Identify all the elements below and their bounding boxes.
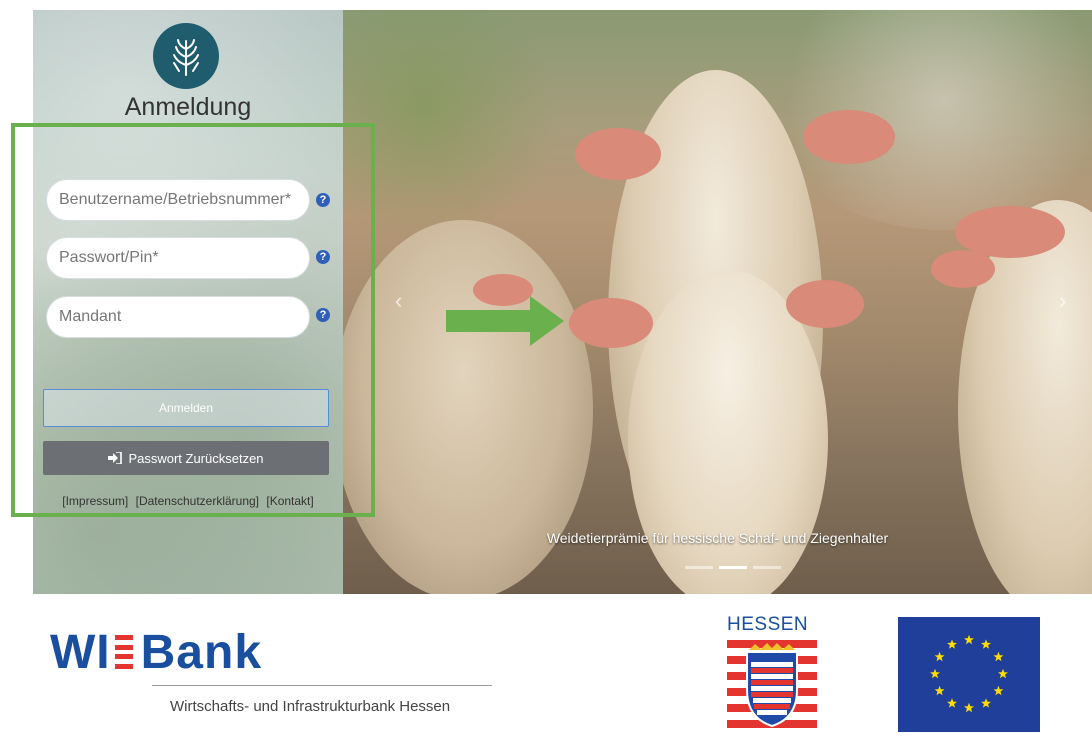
footer-links: [Impressum] [Datenschutzerklärung] [Kont… — [33, 494, 343, 508]
kontakt-link[interactable]: [Kontakt] — [266, 494, 313, 508]
carousel-indicator[interactable] — [753, 566, 781, 569]
login-button[interactable]: Anmelden — [43, 389, 329, 427]
login-button-label: Anmelden — [158, 401, 214, 415]
carousel-indicator[interactable] — [685, 566, 713, 569]
password-reset-label: Passwort Zurücksetzen — [128, 450, 264, 466]
login-panel: Anmeldung Benutzername/Betriebsnummer* ?… — [33, 10, 343, 594]
mandant-input[interactable]: Mandant — [46, 296, 310, 338]
sign-in-icon — [108, 452, 123, 464]
wibank-bars-icon — [114, 635, 133, 669]
green-arrow-annotation — [446, 296, 564, 346]
login-title: Anmeldung — [124, 93, 252, 121]
wibank-divider — [152, 685, 492, 686]
question-circle-icon[interactable]: ? — [316, 193, 330, 207]
question-circle-icon[interactable]: ? — [316, 250, 330, 264]
hessen-coat-of-arms-icon — [727, 640, 817, 732]
eu-flag-icon — [898, 617, 1040, 732]
carousel-next-arrow[interactable]: › — [1059, 288, 1066, 314]
wheat-logo-icon — [153, 23, 219, 89]
hessen-label: HESSEN — [727, 614, 809, 635]
datenschutz-link[interactable]: [Datenschutzerklärung] — [136, 494, 259, 508]
impressum-link[interactable]: [Impressum] — [62, 494, 128, 508]
wibank-logo-left: WI — [50, 625, 111, 679]
username-input[interactable]: Benutzername/Betriebsnummer* — [46, 179, 310, 221]
wibank-logo: WI Bank — [50, 624, 262, 680]
password-reset-button[interactable]: Passwort Zurücksetzen — [43, 441, 329, 475]
carousel-prev-arrow[interactable]: ‹ — [395, 288, 402, 314]
slide-caption: Weidetierprämie für hessische Schaf- und… — [546, 530, 889, 546]
wibank-logo-right: Bank — [140, 625, 263, 679]
password-input[interactable]: Passwort/Pin* — [46, 237, 310, 279]
wibank-subtitle: Wirtschafts- und Infrastrukturbank Hesse… — [170, 698, 451, 715]
question-circle-icon[interactable]: ? — [316, 308, 330, 322]
carousel-indicator-active[interactable] — [719, 566, 747, 569]
